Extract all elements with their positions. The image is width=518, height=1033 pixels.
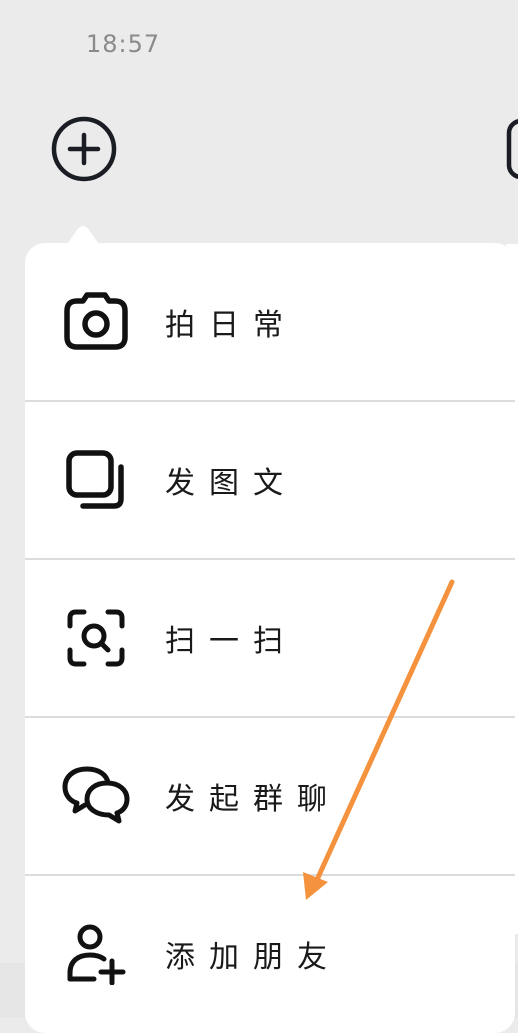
scan-icon xyxy=(61,603,131,673)
menu-item-start-group-chat[interactable]: 发起群聊 xyxy=(25,717,515,874)
menu-item-label: 添加朋友 xyxy=(165,939,341,975)
popup-menu: 拍日常 发图文 扫一扫 发起群聊 添加朋友 xyxy=(25,243,515,1033)
menu-item-add-friend[interactable]: 添加朋友 xyxy=(25,875,515,1032)
add-user-icon xyxy=(61,919,131,989)
menu-item-label: 发起群聊 xyxy=(165,781,341,817)
menu-item-label: 扫一扫 xyxy=(165,623,297,659)
menu-item-label: 发图文 xyxy=(165,465,297,501)
status-time: 18:57 xyxy=(86,30,161,58)
partial-edge-icon xyxy=(506,119,518,179)
menu-item-label: 拍日常 xyxy=(165,307,297,343)
layers-icon xyxy=(61,445,131,515)
menu-item-post-photo-text[interactable]: 发图文 xyxy=(25,401,515,558)
camera-icon xyxy=(61,287,131,357)
menu-item-take-daily[interactable]: 拍日常 xyxy=(25,243,515,400)
plus-circle-icon[interactable] xyxy=(51,116,117,182)
menu-item-scan[interactable]: 扫一扫 xyxy=(25,559,515,716)
chat-bubbles-icon xyxy=(61,761,131,831)
